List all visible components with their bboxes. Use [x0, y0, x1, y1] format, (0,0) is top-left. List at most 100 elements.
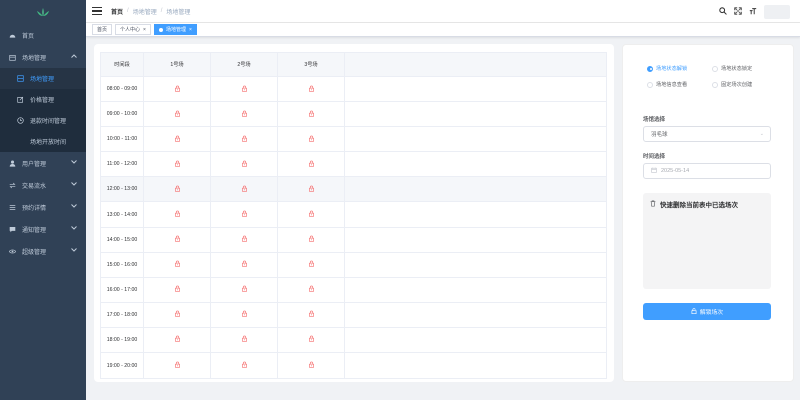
- court-slot-cell[interactable]: [211, 302, 278, 327]
- sidebar-item[interactable]: 退款时间管理: [0, 110, 86, 131]
- breadcrumb: 首页 / 场地管理 / 场地管理: [111, 7, 190, 16]
- quick-delete-label: 快速删除当前表中已选场次: [660, 202, 738, 209]
- search-icon[interactable]: [719, 6, 727, 17]
- court-slot-cell[interactable]: [211, 127, 278, 152]
- court-slot-cell[interactable]: [211, 202, 278, 227]
- sidebar-item[interactable]: 首页: [0, 24, 86, 46]
- mode-radio[interactable]: 场地信息查看: [647, 81, 712, 88]
- sidebar-item[interactable]: 场地管理: [0, 46, 86, 68]
- sidebar-item[interactable]: 场地管理: [0, 68, 86, 89]
- lock-icon: [241, 185, 248, 194]
- court-slot-cell[interactable]: [211, 327, 278, 353]
- court-slot-cell[interactable]: [278, 327, 345, 353]
- court-slot-cell[interactable]: [211, 152, 278, 177]
- court-slot-cell[interactable]: [211, 277, 278, 302]
- court-slot-cell[interactable]: [278, 277, 345, 302]
- court-slot-cell[interactable]: [278, 202, 345, 227]
- lock-icon: [174, 210, 181, 219]
- time-slot-cell: 17:00 - 18:00: [101, 302, 144, 327]
- font-size-icon[interactable]: [749, 7, 757, 17]
- time-slot-cell: 10:00 - 11:00: [101, 127, 144, 152]
- chevron-down-icon: [71, 182, 77, 188]
- quick-delete-title[interactable]: 快速删除当前表中已选场次: [650, 199, 738, 209]
- tag-label: 首页: [97, 27, 108, 33]
- lock-icon: [174, 160, 181, 169]
- court-slot-cell[interactable]: [211, 77, 278, 102]
- mode-radio[interactable]: 固定场次创建: [712, 81, 777, 88]
- court-slot-cell[interactable]: [278, 152, 345, 177]
- lock-icon: [308, 285, 315, 294]
- court-slot-cell[interactable]: [278, 252, 345, 277]
- schedule-card: 时间段 1号场 2号场 3号场 08:00 - 09:00 09:00 - 10:00 10…: [94, 44, 614, 382]
- court-slot-cell[interactable]: [144, 102, 211, 127]
- sidebar-item[interactable]: 用户管理: [0, 152, 86, 174]
- court-slot-cell[interactable]: [144, 127, 211, 152]
- court-slot-cell[interactable]: [144, 77, 211, 102]
- court-slot-cell[interactable]: [144, 327, 211, 353]
- sidebar-item[interactable]: 场地开放时间: [0, 131, 86, 152]
- court-slot-cell[interactable]: [211, 353, 278, 379]
- court-slot-cell[interactable]: [144, 353, 211, 379]
- breadcrumb-item[interactable]: 首页: [111, 7, 123, 16]
- court-slot-cell[interactable]: [278, 302, 345, 327]
- chevron-down-icon: [71, 160, 77, 166]
- column-header: 2号场: [211, 53, 278, 76]
- court-slot-cell[interactable]: [211, 102, 278, 127]
- tag-item[interactable]: 个人中心 ×: [115, 24, 151, 35]
- venue-select[interactable]: 羽毛球 ⌄: [643, 126, 771, 142]
- lock-icon: [308, 361, 315, 370]
- sidebar-item[interactable]: 预约详情: [0, 196, 86, 218]
- chevron-down-icon: ⌄: [759, 131, 764, 137]
- sidebar-item-label: 价格管理: [30, 98, 55, 104]
- time-slot-cell: 11:00 - 12:00: [101, 152, 144, 177]
- table-row: 11:00 - 12:00: [101, 152, 606, 178]
- court-slot-cell[interactable]: [211, 177, 278, 202]
- dashboard-icon: [9, 32, 16, 39]
- lock-icon: [308, 235, 315, 244]
- close-icon[interactable]: ×: [189, 27, 192, 33]
- radio-circle-icon: [712, 81, 718, 88]
- court-slot-cell[interactable]: [278, 127, 345, 152]
- sidebar-item[interactable]: 价格管理: [0, 89, 86, 110]
- sidebar-item[interactable]: 超级管理: [0, 240, 86, 262]
- mode-radio[interactable]: 场地状态解锁: [647, 65, 712, 72]
- time-slot-cell: 18:00 - 19:00: [101, 327, 144, 353]
- court-slot-cell[interactable]: [144, 202, 211, 227]
- table-row: 08:00 - 09:00: [101, 77, 606, 103]
- court-slot-cell[interactable]: [211, 227, 278, 252]
- table-row: 18:00 - 19:00: [101, 327, 606, 354]
- radio-circle-icon: [647, 65, 653, 72]
- tag-item[interactable]: 首页: [92, 24, 113, 35]
- court-slot-cell[interactable]: [278, 353, 345, 379]
- hamburger-icon[interactable]: [92, 7, 102, 15]
- court-slot-cell[interactable]: [278, 102, 345, 127]
- court-slot-cell[interactable]: [144, 277, 211, 302]
- court-slot-cell[interactable]: [144, 177, 211, 202]
- court-slot-cell[interactable]: [144, 227, 211, 252]
- avatar[interactable]: [764, 4, 790, 19]
- court-slot-cell[interactable]: [211, 252, 278, 277]
- court-slot-cell[interactable]: [144, 302, 211, 327]
- court-slot-cell[interactable]: [278, 227, 345, 252]
- court-slot-cell[interactable]: [278, 77, 345, 102]
- table-row: 15:00 - 16:00: [101, 252, 606, 278]
- court-slot-cell[interactable]: [144, 152, 211, 177]
- fullscreen-icon[interactable]: [734, 6, 742, 17]
- court-slot-cell[interactable]: [144, 252, 211, 277]
- tag-item[interactable]: 场地管理 ×: [153, 24, 197, 35]
- sidebar-item[interactable]: 交易流水: [0, 174, 86, 196]
- unlock-button[interactable]: 解锁场次: [643, 303, 771, 320]
- table-row: 16:00 - 17:00: [101, 277, 606, 303]
- sidebar-item-label: 交易流水: [22, 183, 47, 190]
- mode-radio[interactable]: 场地状态锁定: [712, 65, 777, 72]
- lock-icon: [308, 310, 315, 319]
- date-picker[interactable]: 2025-05-14: [643, 163, 771, 179]
- lock-icon: [174, 110, 181, 119]
- breadcrumb-separator: /: [160, 8, 163, 14]
- close-icon[interactable]: ×: [143, 27, 146, 33]
- quick-delete-box: 快速删除当前表中已选场次: [643, 193, 771, 289]
- chevron-down-icon: [71, 204, 77, 210]
- time-slot-cell: 12:00 - 13:00: [101, 177, 144, 202]
- court-slot-cell[interactable]: [278, 177, 345, 202]
- sidebar-item[interactable]: 通知管理: [0, 218, 86, 240]
